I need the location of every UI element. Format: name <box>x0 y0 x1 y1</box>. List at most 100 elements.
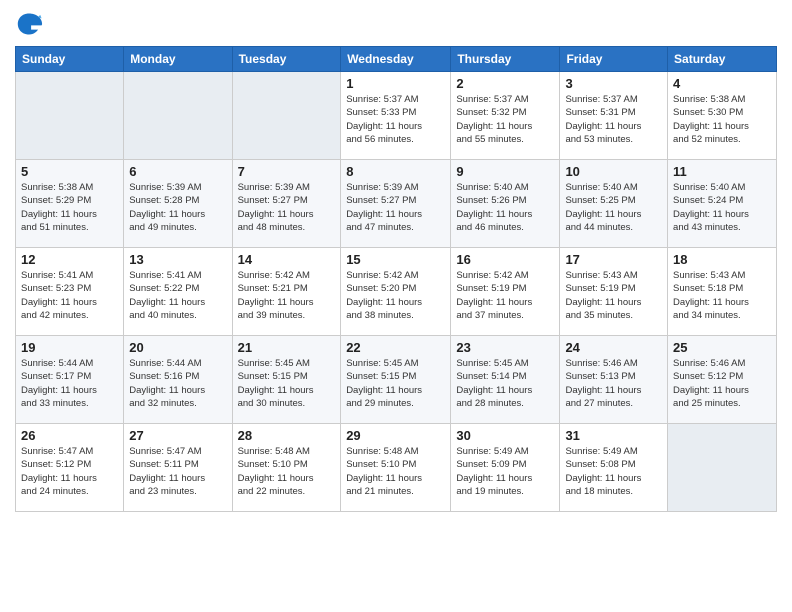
day-number: 16 <box>456 252 554 267</box>
day-info: Sunrise: 5:37 AM Sunset: 5:31 PM Dayligh… <box>565 93 662 146</box>
calendar-cell: 29 Sunrise: 5:48 AM Sunset: 5:10 PM Dayli… <box>341 424 451 512</box>
day-info: Sunrise: 5:39 AM Sunset: 5:28 PM Dayligh… <box>129 181 226 234</box>
day-info: Sunrise: 5:48 AM Sunset: 5:10 PM Dayligh… <box>346 445 445 498</box>
calendar-cell: 9 Sunrise: 5:40 AM Sunset: 5:26 PM Daylig… <box>451 160 560 248</box>
week-row-1: 5 Sunrise: 5:38 AM Sunset: 5:29 PM Daylig… <box>16 160 777 248</box>
day-info: Sunrise: 5:47 AM Sunset: 5:12 PM Dayligh… <box>21 445 118 498</box>
day-info: Sunrise: 5:39 AM Sunset: 5:27 PM Dayligh… <box>238 181 336 234</box>
day-info: Sunrise: 5:42 AM Sunset: 5:21 PM Dayligh… <box>238 269 336 322</box>
page: SundayMondayTuesdayWednesdayThursdayFrid… <box>0 0 792 612</box>
calendar-cell: 28 Sunrise: 5:48 AM Sunset: 5:10 PM Dayli… <box>232 424 341 512</box>
calendar-cell <box>16 72 124 160</box>
header-cell-monday: Monday <box>124 47 232 72</box>
logo-icon <box>15 10 43 38</box>
day-number: 21 <box>238 340 336 355</box>
day-info: Sunrise: 5:45 AM Sunset: 5:14 PM Dayligh… <box>456 357 554 410</box>
day-number: 9 <box>456 164 554 179</box>
day-number: 17 <box>565 252 662 267</box>
day-number: 11 <box>673 164 771 179</box>
day-number: 8 <box>346 164 445 179</box>
day-info: Sunrise: 5:45 AM Sunset: 5:15 PM Dayligh… <box>346 357 445 410</box>
calendar-cell: 5 Sunrise: 5:38 AM Sunset: 5:29 PM Daylig… <box>16 160 124 248</box>
calendar-cell: 10 Sunrise: 5:40 AM Sunset: 5:25 PM Dayli… <box>560 160 668 248</box>
calendar-cell: 4 Sunrise: 5:38 AM Sunset: 5:30 PM Daylig… <box>668 72 777 160</box>
day-info: Sunrise: 5:49 AM Sunset: 5:09 PM Dayligh… <box>456 445 554 498</box>
day-info: Sunrise: 5:39 AM Sunset: 5:27 PM Dayligh… <box>346 181 445 234</box>
day-info: Sunrise: 5:47 AM Sunset: 5:11 PM Dayligh… <box>129 445 226 498</box>
day-number: 26 <box>21 428 118 443</box>
header-row: SundayMondayTuesdayWednesdayThursdayFrid… <box>16 47 777 72</box>
day-info: Sunrise: 5:48 AM Sunset: 5:10 PM Dayligh… <box>238 445 336 498</box>
day-info: Sunrise: 5:49 AM Sunset: 5:08 PM Dayligh… <box>565 445 662 498</box>
day-number: 25 <box>673 340 771 355</box>
day-info: Sunrise: 5:41 AM Sunset: 5:22 PM Dayligh… <box>129 269 226 322</box>
header-cell-tuesday: Tuesday <box>232 47 341 72</box>
day-number: 29 <box>346 428 445 443</box>
day-info: Sunrise: 5:38 AM Sunset: 5:30 PM Dayligh… <box>673 93 771 146</box>
calendar-cell: 12 Sunrise: 5:41 AM Sunset: 5:23 PM Dayli… <box>16 248 124 336</box>
calendar-cell: 1Sunrise: 5:37 AM Sunset: 5:33 PM Daylig… <box>341 72 451 160</box>
day-number: 28 <box>238 428 336 443</box>
day-number: 12 <box>21 252 118 267</box>
week-row-4: 26 Sunrise: 5:47 AM Sunset: 5:12 PM Dayli… <box>16 424 777 512</box>
calendar-cell: 24 Sunrise: 5:46 AM Sunset: 5:13 PM Dayli… <box>560 336 668 424</box>
day-info: Sunrise: 5:43 AM Sunset: 5:19 PM Dayligh… <box>565 269 662 322</box>
calendar-cell: 25 Sunrise: 5:46 AM Sunset: 5:12 PM Dayli… <box>668 336 777 424</box>
day-info: Sunrise: 5:42 AM Sunset: 5:20 PM Dayligh… <box>346 269 445 322</box>
calendar-cell <box>232 72 341 160</box>
calendar-cell: 2 Sunrise: 5:37 AM Sunset: 5:32 PM Daylig… <box>451 72 560 160</box>
day-info: Sunrise: 5:37 AM Sunset: 5:32 PM Dayligh… <box>456 93 554 146</box>
day-number: 22 <box>346 340 445 355</box>
day-info: Sunrise: 5:42 AM Sunset: 5:19 PM Dayligh… <box>456 269 554 322</box>
day-number: 14 <box>238 252 336 267</box>
day-info: Sunrise: 5:40 AM Sunset: 5:24 PM Dayligh… <box>673 181 771 234</box>
header-cell-saturday: Saturday <box>668 47 777 72</box>
calendar-cell: 11 Sunrise: 5:40 AM Sunset: 5:24 PM Dayli… <box>668 160 777 248</box>
day-info: Sunrise: 5:46 AM Sunset: 5:13 PM Dayligh… <box>565 357 662 410</box>
calendar-cell: 14 Sunrise: 5:42 AM Sunset: 5:21 PM Dayli… <box>232 248 341 336</box>
day-number: 18 <box>673 252 771 267</box>
day-number: 23 <box>456 340 554 355</box>
header-cell-friday: Friday <box>560 47 668 72</box>
calendar: SundayMondayTuesdayWednesdayThursdayFrid… <box>15 46 777 512</box>
calendar-cell: 20Sunrise: 5:44 AM Sunset: 5:16 PM Dayli… <box>124 336 232 424</box>
day-number: 15 <box>346 252 445 267</box>
calendar-cell: 7 Sunrise: 5:39 AM Sunset: 5:27 PM Daylig… <box>232 160 341 248</box>
calendar-cell: 8 Sunrise: 5:39 AM Sunset: 5:27 PM Daylig… <box>341 160 451 248</box>
day-number: 10 <box>565 164 662 179</box>
day-info: Sunrise: 5:43 AM Sunset: 5:18 PM Dayligh… <box>673 269 771 322</box>
calendar-cell: 23 Sunrise: 5:45 AM Sunset: 5:14 PM Dayli… <box>451 336 560 424</box>
day-info: Sunrise: 5:44 AM Sunset: 5:16 PM Dayligh… <box>129 357 226 410</box>
calendar-cell <box>124 72 232 160</box>
week-row-3: 19Sunrise: 5:44 AM Sunset: 5:17 PM Dayli… <box>16 336 777 424</box>
calendar-cell: 15 Sunrise: 5:42 AM Sunset: 5:20 PM Dayli… <box>341 248 451 336</box>
week-row-2: 12 Sunrise: 5:41 AM Sunset: 5:23 PM Dayli… <box>16 248 777 336</box>
day-info: Sunrise: 5:46 AM Sunset: 5:12 PM Dayligh… <box>673 357 771 410</box>
day-info: Sunrise: 5:45 AM Sunset: 5:15 PM Dayligh… <box>238 357 336 410</box>
day-number: 13 <box>129 252 226 267</box>
calendar-cell: 18 Sunrise: 5:43 AM Sunset: 5:18 PM Dayli… <box>668 248 777 336</box>
calendar-cell: 13 Sunrise: 5:41 AM Sunset: 5:22 PM Dayli… <box>124 248 232 336</box>
day-number: 6 <box>129 164 226 179</box>
day-number: 2 <box>456 76 554 91</box>
day-number: 3 <box>565 76 662 91</box>
calendar-cell: 6 Sunrise: 5:39 AM Sunset: 5:28 PM Daylig… <box>124 160 232 248</box>
day-info: Sunrise: 5:40 AM Sunset: 5:25 PM Dayligh… <box>565 181 662 234</box>
calendar-cell: 31 Sunrise: 5:49 AM Sunset: 5:08 PM Dayli… <box>560 424 668 512</box>
day-number: 31 <box>565 428 662 443</box>
day-info: Sunrise: 5:38 AM Sunset: 5:29 PM Dayligh… <box>21 181 118 234</box>
day-info: Sunrise: 5:40 AM Sunset: 5:26 PM Dayligh… <box>456 181 554 234</box>
calendar-cell: 27Sunrise: 5:47 AM Sunset: 5:11 PM Dayli… <box>124 424 232 512</box>
week-row-0: 1Sunrise: 5:37 AM Sunset: 5:33 PM Daylig… <box>16 72 777 160</box>
day-info: Sunrise: 5:41 AM Sunset: 5:23 PM Dayligh… <box>21 269 118 322</box>
calendar-cell: 21 Sunrise: 5:45 AM Sunset: 5:15 PM Dayli… <box>232 336 341 424</box>
header-cell-wednesday: Wednesday <box>341 47 451 72</box>
logo <box>15 10 47 38</box>
header-cell-sunday: Sunday <box>16 47 124 72</box>
day-number: 24 <box>565 340 662 355</box>
day-info: Sunrise: 5:44 AM Sunset: 5:17 PM Dayligh… <box>21 357 118 410</box>
calendar-cell: 19Sunrise: 5:44 AM Sunset: 5:17 PM Dayli… <box>16 336 124 424</box>
day-number: 7 <box>238 164 336 179</box>
day-number: 5 <box>21 164 118 179</box>
day-number: 4 <box>673 76 771 91</box>
